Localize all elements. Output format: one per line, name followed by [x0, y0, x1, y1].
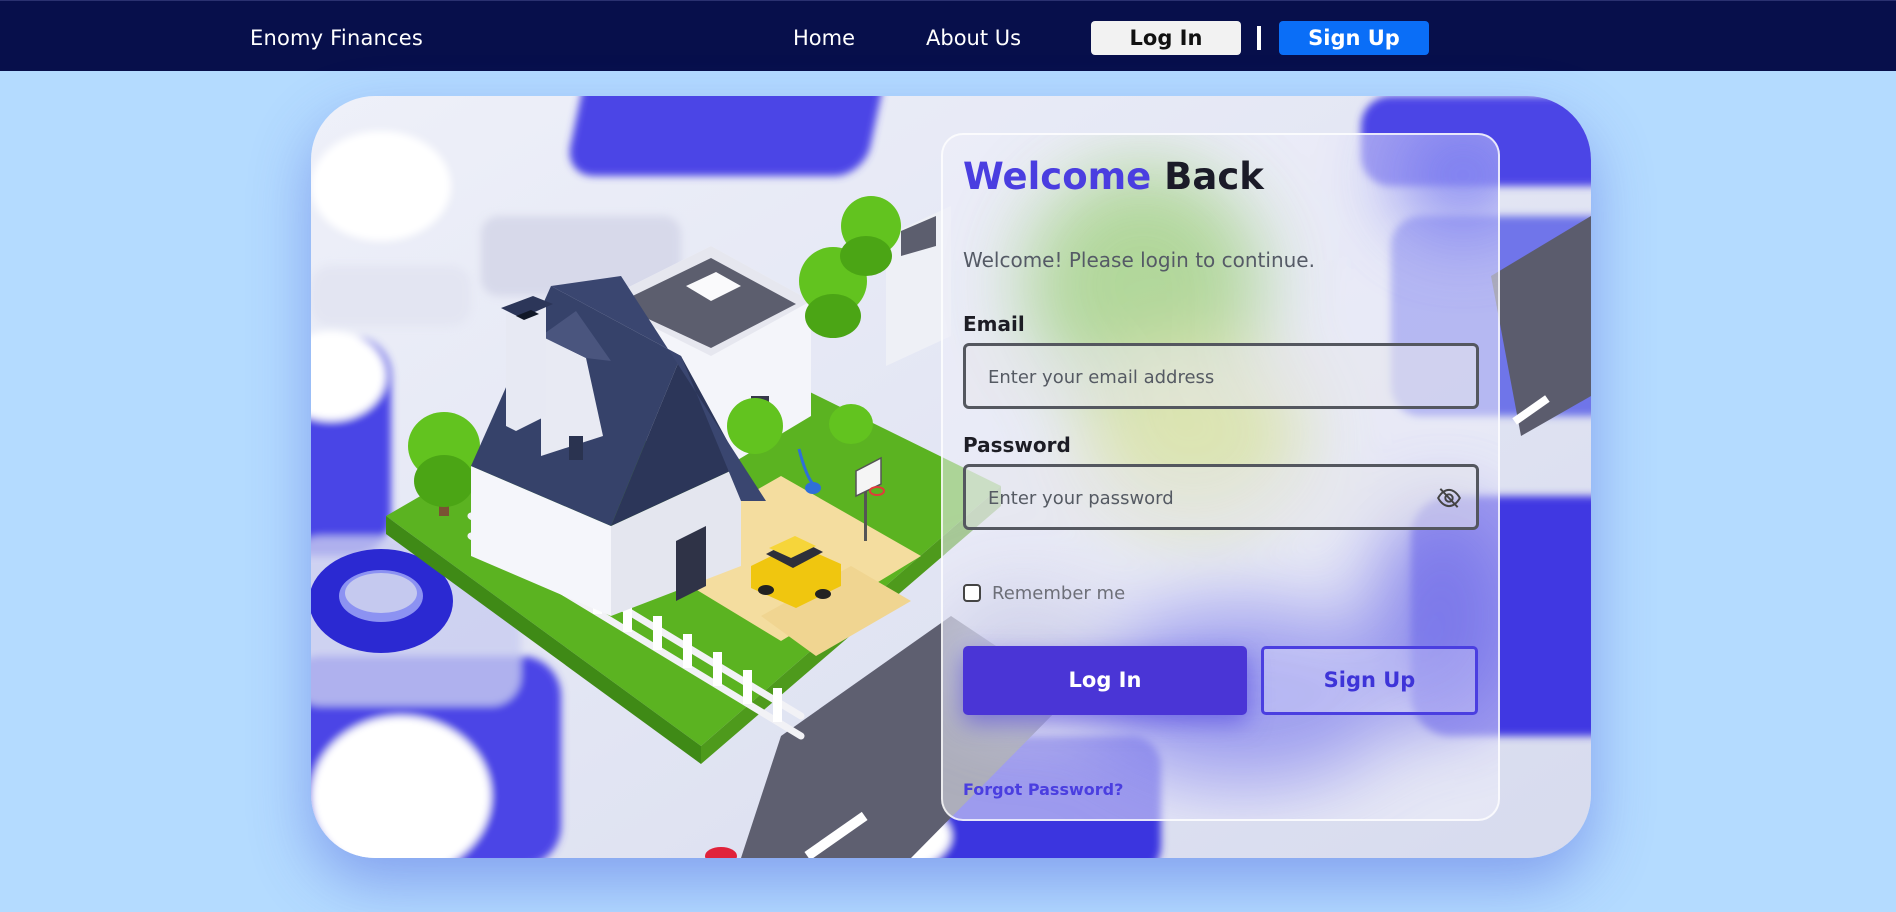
nav-link-home[interactable]: Home: [793, 26, 855, 50]
login-title-rest: Back: [1164, 155, 1264, 198]
password-field-box[interactable]: [963, 464, 1479, 530]
top-navbar: Enomy Finances Home About Us Log In Sign…: [0, 0, 1896, 71]
email-field-box[interactable]: [963, 343, 1479, 409]
login-button[interactable]: Log In: [963, 646, 1247, 715]
eye-slash-icon[interactable]: [1436, 485, 1462, 511]
forgot-password-link[interactable]: Forgot Password?: [963, 780, 1123, 799]
login-title-accent: Welcome: [963, 155, 1152, 198]
remember-label[interactable]: Remember me: [992, 583, 1125, 604]
password-label: Password: [963, 433, 1071, 457]
login-panel: Welcome Back Welcome! Please login to co…: [941, 133, 1500, 821]
nav-divider: [1257, 26, 1261, 50]
login-form: Welcome Back Welcome! Please login to co…: [943, 135, 1498, 819]
signup-button[interactable]: Sign Up: [1261, 646, 1478, 715]
remember-checkbox[interactable]: [963, 584, 981, 602]
nav-login-button[interactable]: Log In: [1091, 21, 1241, 55]
nav-link-about[interactable]: About Us: [926, 26, 1021, 50]
email-input[interactable]: [986, 346, 1430, 408]
nav-signup-button[interactable]: Sign Up: [1279, 21, 1429, 55]
login-title: Welcome Back: [963, 155, 1264, 198]
brand-name[interactable]: Enomy Finances: [250, 26, 423, 50]
password-input[interactable]: [986, 467, 1430, 529]
email-label: Email: [963, 312, 1025, 336]
login-subtitle: Welcome! Please login to continue.: [963, 248, 1315, 272]
